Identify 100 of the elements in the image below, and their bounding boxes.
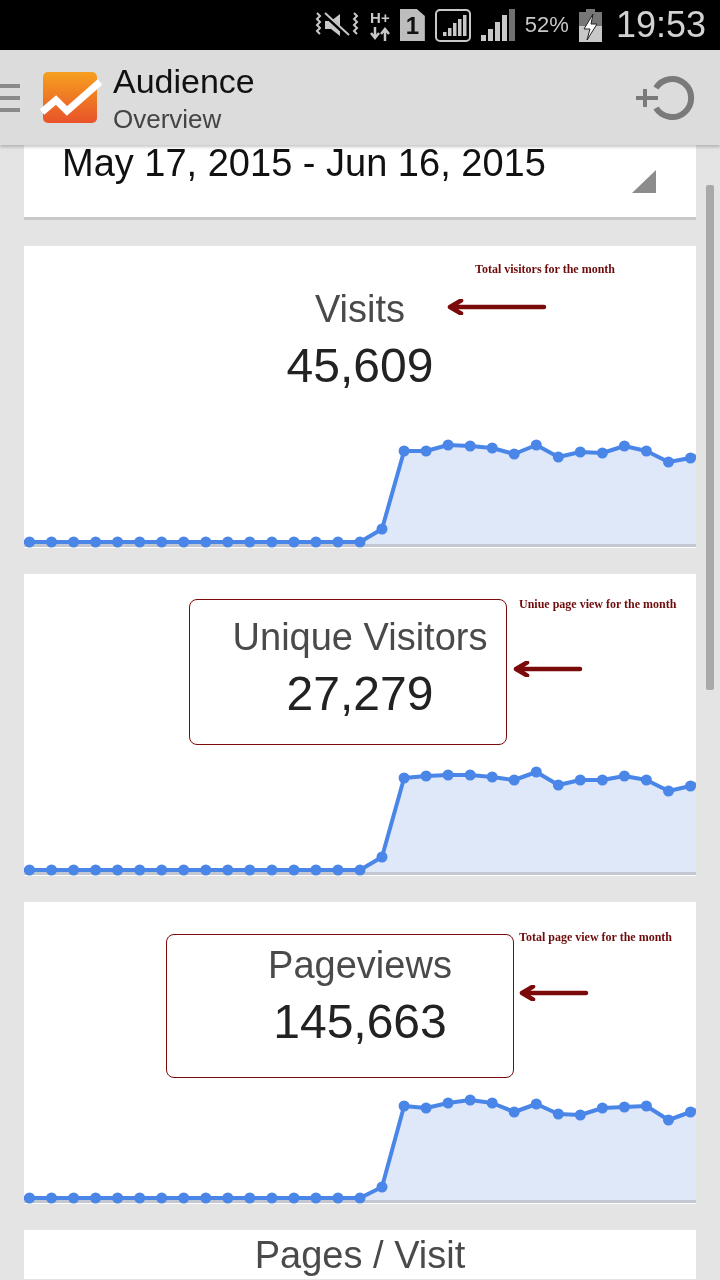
chart-point [486, 1097, 498, 1109]
chart-point [24, 536, 35, 548]
chart-point [464, 440, 476, 452]
chart-point [90, 536, 102, 548]
chart-point [310, 1192, 322, 1204]
chart-point [398, 445, 410, 457]
chart-point [112, 1192, 124, 1204]
chart-point [508, 448, 520, 460]
chart-point [288, 536, 300, 548]
chart-point [464, 1094, 476, 1106]
chart-point [530, 439, 542, 451]
chart-point [508, 1106, 520, 1118]
metric-value: 145,663 [273, 994, 447, 1050]
chart-point [310, 864, 322, 876]
screen-subtitle: Overview [113, 103, 222, 134]
chart-point [222, 864, 234, 876]
chart-point [508, 774, 520, 786]
annotation-note: Total page view for the month [519, 930, 672, 944]
chart-point [222, 1192, 234, 1204]
dropdown-triangle-icon [632, 170, 656, 193]
chart-point [24, 864, 35, 876]
chart-point [442, 769, 454, 781]
menu-icon[interactable] [0, 83, 20, 112]
annotation-note: Uniue page view for the month [519, 597, 677, 611]
chart-point [222, 536, 234, 548]
chart-point [156, 1192, 168, 1204]
chart-point [200, 864, 212, 876]
annotation-arrow [513, 661, 583, 677]
chart-point [574, 446, 586, 458]
chart-point [266, 536, 278, 548]
chart-point [663, 785, 674, 797]
plus-circle-icon[interactable] [634, 73, 696, 122]
boxed-signal-icon [434, 8, 471, 42]
chart-point [90, 864, 102, 876]
chart-point [420, 445, 432, 457]
chart-check-logo-icon [40, 71, 102, 124]
chart-point [420, 770, 432, 782]
date-range-dropdown[interactable]: May 17, 2015 - Jun 16, 2015 [24, 145, 696, 220]
data-arrows-icon [369, 26, 390, 41]
battery-percent: 52% [524, 12, 569, 38]
chart-point [178, 536, 190, 548]
chart-point [618, 770, 630, 782]
chart-point [486, 771, 498, 783]
metric-title: Unique Visitors [232, 615, 488, 659]
charging-battery-icon [578, 8, 602, 42]
sim-card-badge: 1 [399, 9, 425, 41]
chart-point [376, 523, 388, 535]
signal-icon [480, 9, 515, 41]
chart-point [596, 1102, 608, 1114]
screen-title: Audience [113, 61, 255, 100]
chart-point [354, 536, 366, 548]
chart-point [90, 1192, 102, 1204]
chart-point [618, 1101, 630, 1113]
annotation-note: Total visitors for the month [475, 262, 615, 276]
chart-point [376, 1181, 388, 1193]
chart-point [640, 1100, 652, 1112]
chart-point [244, 864, 256, 876]
chart-point [178, 864, 190, 876]
chart-point [156, 536, 168, 548]
clock-time: 19:53 [615, 5, 706, 45]
chart-point [420, 1102, 432, 1114]
chart-point [68, 864, 80, 876]
chart-point [552, 451, 564, 463]
chart-point [332, 864, 344, 876]
chart-point [685, 780, 696, 792]
chart-point [200, 1192, 212, 1204]
chart-point [442, 439, 454, 451]
chart-point [156, 864, 168, 876]
chart-point [398, 1100, 410, 1112]
chart-point [640, 445, 652, 457]
chart-point [398, 772, 410, 784]
chart-point [552, 779, 564, 791]
chart-point [310, 536, 322, 548]
chart-point [442, 1097, 454, 1109]
chart-point [46, 1192, 57, 1204]
metric-title: Pages / Visit [254, 1233, 466, 1277]
chart-point [596, 774, 608, 786]
chart-point [640, 774, 652, 786]
chart-point [332, 1192, 344, 1204]
chart-point [68, 1192, 80, 1204]
chart-point [332, 536, 344, 548]
chart-point [178, 1192, 190, 1204]
chart-point [574, 1109, 586, 1121]
chart-point [200, 536, 212, 548]
chart-point [530, 766, 542, 778]
chart-point [530, 1098, 542, 1110]
metric-value: 27,279 [286, 666, 434, 722]
chart-point [266, 864, 278, 876]
chart-point [685, 1106, 696, 1118]
metric-value: 45,609 [286, 338, 434, 394]
chart-point [134, 536, 146, 548]
chart-point [552, 1108, 564, 1120]
chart-point [596, 447, 608, 459]
chart-point [244, 1192, 256, 1204]
chart-point [288, 1192, 300, 1204]
chart-point [354, 1192, 366, 1204]
annotation-arrow [519, 985, 589, 1001]
chart-point [663, 1114, 674, 1126]
chart-point [244, 536, 256, 548]
chart-point [618, 440, 630, 452]
